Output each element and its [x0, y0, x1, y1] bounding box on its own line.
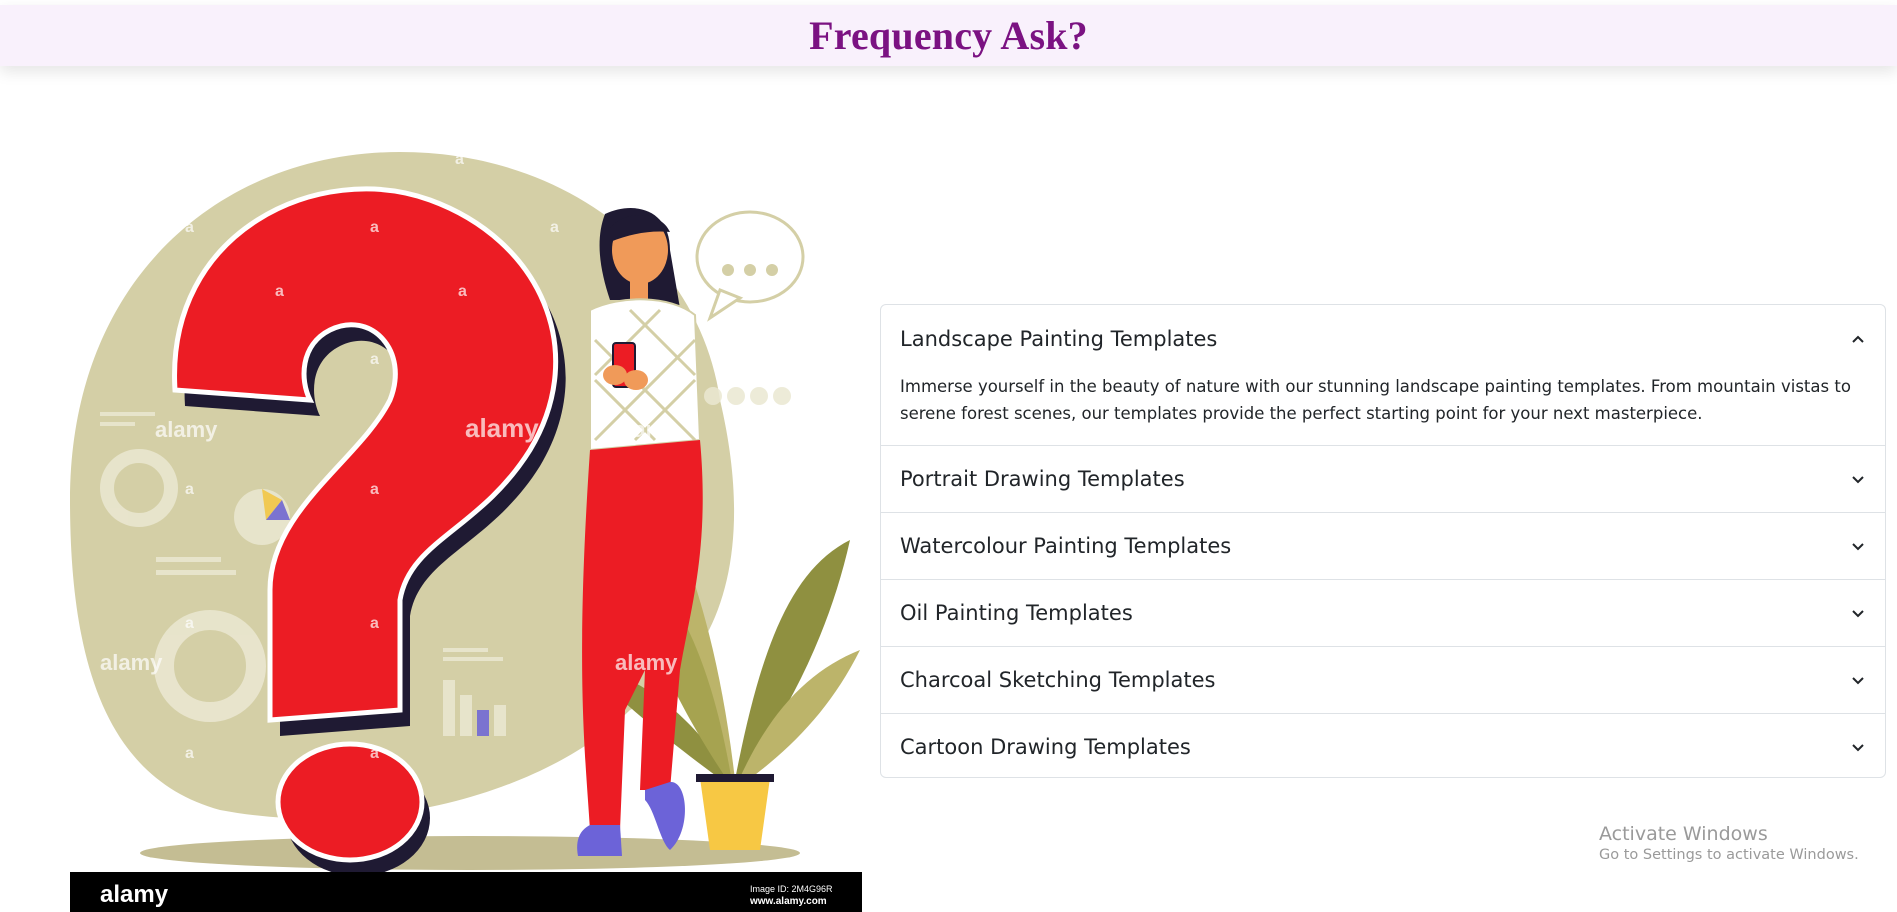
faq-item: Watercolour Painting Templates: [881, 513, 1885, 580]
svg-text:alamy: alamy: [615, 417, 678, 442]
stock-brand: alamy: [100, 881, 169, 908]
stock-url: www.alamy.com: [749, 896, 827, 907]
svg-text:a: a: [370, 745, 379, 762]
svg-text:a: a: [455, 151, 464, 168]
svg-text:a: a: [275, 283, 284, 300]
svg-text:alamy: alamy: [100, 650, 163, 675]
faq-item-header[interactable]: Portrait Drawing Templates: [881, 446, 1885, 512]
faq-item: Cartoon Drawing Templates: [881, 714, 1885, 777]
svg-text:a: a: [185, 219, 194, 236]
svg-text:a: a: [815, 417, 824, 434]
faq-item-header[interactable]: Landscape Painting Templates: [881, 305, 1885, 373]
faq-item-title: Charcoal Sketching Templates: [900, 668, 1216, 692]
chevron-down-icon: [1852, 677, 1864, 685]
ground-shadow: [140, 836, 800, 870]
faq-item-body: Immerse yourself in the beauty of nature…: [900, 377, 1851, 423]
page-header: Frequency Ask?: [0, 5, 1897, 66]
faq-item-header[interactable]: Watercolour Painting Templates: [881, 513, 1885, 579]
chevron-down-icon: [1852, 744, 1864, 752]
svg-text:alamy: alamy: [618, 155, 681, 180]
speech-bubble-icon: [695, 210, 805, 322]
faq-accordion: Landscape Painting Templates Immerse you…: [880, 304, 1886, 778]
chevron-down-icon: [1852, 610, 1864, 618]
faq-item: Oil Painting Templates: [881, 580, 1885, 647]
faq-item: Charcoal Sketching Templates: [881, 647, 1885, 714]
svg-text:a: a: [370, 615, 379, 632]
faq-item-header[interactable]: Charcoal Sketching Templates: [881, 647, 1885, 713]
faq-item-header[interactable]: Cartoon Drawing Templates: [881, 714, 1885, 777]
faq-item: Landscape Painting Templates Immerse you…: [881, 305, 1885, 446]
watermark-line-2: Go to Settings to activate Windows.: [1599, 847, 1859, 863]
svg-text:a: a: [185, 615, 194, 632]
chevron-down-icon: [1852, 543, 1864, 551]
svg-text:alamy: alamy: [615, 650, 678, 675]
faq-item-title: Landscape Painting Templates: [900, 327, 1218, 351]
stock-footer: alamy Image ID: 2M4G96R www.alamy.com: [70, 872, 862, 912]
svg-text:alamy: alamy: [155, 417, 218, 442]
svg-text:a: a: [370, 219, 379, 236]
stock-image-id: Image ID: 2M4G96R: [750, 884, 833, 894]
svg-text:a: a: [458, 283, 467, 300]
activate-windows-watermark: Activate Windows Go to Settings to activ…: [1599, 823, 1859, 863]
chevron-down-icon: [1852, 476, 1864, 484]
faq-item: Portrait Drawing Templates: [881, 446, 1885, 513]
svg-text:a: a: [550, 219, 559, 236]
faq-illustration: alamy alamy alamy alamy alamy alamy a a …: [70, 150, 862, 912]
svg-text:a: a: [370, 481, 379, 498]
faq-item-title: Cartoon Drawing Templates: [900, 735, 1191, 759]
chevron-up-icon: [1852, 335, 1864, 343]
faq-item-title: Portrait Drawing Templates: [900, 467, 1185, 491]
faq-item-header[interactable]: Oil Painting Templates: [881, 580, 1885, 646]
svg-text:a: a: [370, 351, 379, 368]
faq-item-title: Oil Painting Templates: [900, 601, 1133, 625]
watermark-line-1: Activate Windows: [1599, 823, 1768, 845]
svg-text:a: a: [185, 481, 194, 498]
svg-text:a: a: [185, 745, 194, 762]
svg-text:alamy: alamy: [465, 413, 539, 443]
faq-item-title: Watercolour Painting Templates: [900, 534, 1232, 558]
page-title: Frequency Ask?: [809, 13, 1088, 58]
